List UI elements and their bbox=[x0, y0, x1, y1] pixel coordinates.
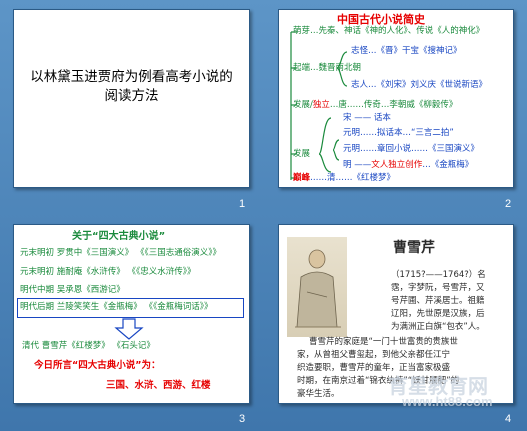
slide-4-bio-line-2: 霑，字梦阮，号雪芹，又 bbox=[391, 283, 485, 293]
slide-3-qing-row: 清代 曹雪芹《红楼梦》 《石头记》 bbox=[22, 341, 155, 351]
slide-3-row-1: 元末明初 罗贯中《三国演义》 《《三国志通俗演义》》 bbox=[20, 248, 221, 258]
slide-number-3: 3 bbox=[239, 413, 246, 425]
slide-number-1: 1 bbox=[239, 198, 246, 210]
slide-2-item-9: 明 ——文人独立创作…《金瓶梅》 bbox=[343, 160, 474, 170]
slide-2-item-3: 志怪…《晋》干宝《搜神记》 bbox=[351, 46, 462, 56]
slide-2-item-8: 元明……章回小说……《三国演义》 bbox=[343, 144, 480, 154]
slide-3-row-2: 元末明初 施耐庵《水浒传》 《《忠义水浒传》》 bbox=[20, 267, 196, 277]
slide-2-item-2: 起端…魏晋南北朝 bbox=[293, 63, 362, 73]
slide-2-item-7: 元明……拟话本…“三言二拍” bbox=[343, 128, 454, 138]
down-arrow-icon bbox=[114, 318, 144, 340]
slide-2-item-5: 发展/独立…唐……传奇…李朝威《柳毅传》 bbox=[293, 100, 458, 110]
slide-1-title: 以林黛玉进贾府为例看高考小说的阅读方法 bbox=[30, 69, 233, 104]
slide-4-bio-line-1: （1715?——1764?）名 bbox=[391, 270, 486, 280]
slide-3-row-3: 明代中期 吴承恩《西游记》 bbox=[20, 285, 125, 295]
slide-2-item-4: 志人…《刘宋》刘义庆《世说新语》 bbox=[351, 80, 488, 90]
slide-3-today-label: 今日所言“四大古典小说”为： bbox=[34, 360, 161, 371]
slide-2-item-6: 宋 —— 话本 bbox=[343, 113, 391, 123]
slide-1-thumbnail[interactable]: 以林黛玉进贾府为例看高考小说的阅读方法 bbox=[13, 9, 250, 188]
slide-4-bio-line-3: 号芹圃、芹溪居士。祖籍 bbox=[391, 296, 485, 306]
slide-3-answer: 三国、水浒、西游、红楼 bbox=[106, 380, 211, 391]
slide-2-item-1: 萌芽…先秦、神话《神的人化》、传说《人的神化》 bbox=[293, 26, 485, 36]
slide-number-4: 4 bbox=[505, 413, 512, 425]
slide-3-thumbnail[interactable]: 关于“四大古典小说” 元末明初 罗贯中《三国演义》 《《三国志通俗演义》》 元末… bbox=[13, 224, 250, 404]
slide-2-label-develop: 发展 bbox=[293, 149, 311, 159]
slide-number-2: 2 bbox=[505, 198, 512, 210]
watermark-url: www.ht88.com bbox=[402, 394, 493, 409]
slide-4-title: 曹雪芹 bbox=[393, 240, 435, 256]
portrait-image bbox=[287, 237, 347, 337]
slide-3-title: 关于“四大古典小说” bbox=[72, 231, 166, 242]
slide-2-item-10: 巅峰……清……《红楼梦》 bbox=[293, 173, 396, 183]
slide-2-thumbnail[interactable]: 中国古代小说简史 萌芽…先秦、神话《神的人化》、传说《人的神化》 起端…魏晋南北… bbox=[278, 9, 514, 188]
slide-4-bio-line-4: 辽阳，先世原是汉族，后 bbox=[391, 309, 485, 319]
slide-4-bio-line-5: 为满洲正白旗“包衣”人。 bbox=[391, 322, 485, 332]
slide-3-row-4: 明代后期 兰陵笑笑生《金瓶梅》 《《金瓶梅词话》》 bbox=[20, 302, 213, 312]
slide-4-para-line-2: 家，从曾祖父曹玺起，到他父亲都任江宁 bbox=[297, 350, 451, 360]
slide-4-para-line-1: 曹雪芹的家庭是“一门十世富贵的贵族世 bbox=[309, 337, 458, 347]
slide-4-para-line-5: 豪华生活。 bbox=[297, 389, 340, 399]
